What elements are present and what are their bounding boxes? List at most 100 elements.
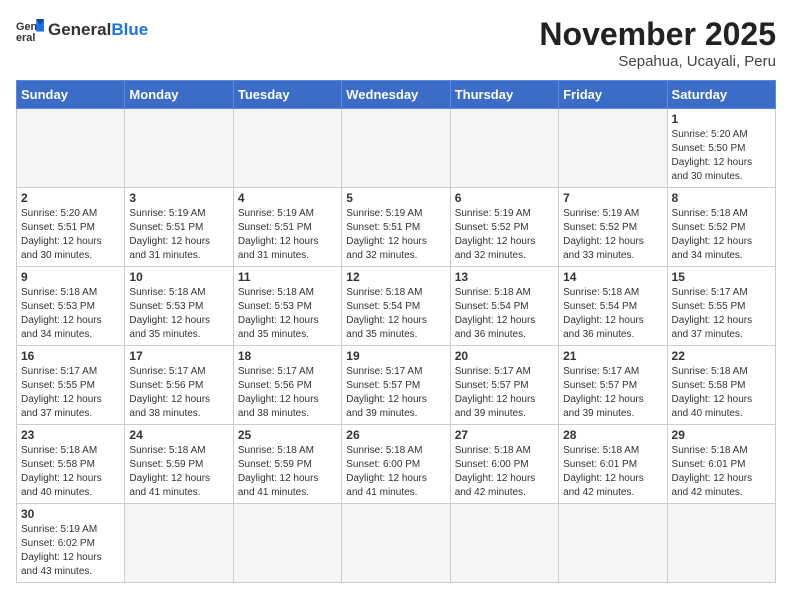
calendar-cell: 20 Sunrise: 5:17 AM Sunset: 5:57 PM Dayli…	[450, 346, 558, 425]
day-number: 2	[21, 191, 120, 205]
calendar-cell: 19Sunrise: 5:17 AM Sunset: 5:57 PM Dayli…	[342, 346, 450, 425]
day-number: 26	[346, 428, 445, 442]
day-number: 21	[563, 349, 662, 363]
day-number: 14	[563, 270, 662, 284]
logo-text: GeneralBlue	[48, 21, 148, 40]
day-number: 19	[346, 349, 445, 363]
calendar-cell: 11Sunrise: 5:18 AM Sunset: 5:53 PM Dayli…	[233, 267, 341, 346]
calendar-cell	[125, 109, 233, 188]
day-info: Sunrise: 5:17 AM Sunset: 5:57 PM Dayligh…	[455, 365, 554, 421]
calendar-cell: 18 Sunrise: 5:17 AM Sunset: 5:56 PM Dayli…	[233, 346, 341, 425]
svg-text:eral: eral	[16, 32, 35, 44]
weekday-header-row: SundayMondayTuesdayWednesdayThursdayFrid…	[17, 81, 776, 109]
calendar-cell: 3Sunrise: 5:19 AM Sunset: 5:51 PM Daylig…	[125, 188, 233, 267]
calendar-cell	[233, 109, 341, 188]
week-row-6: 30Sunrise: 5:19 AM Sunset: 6:02 PM Dayli…	[17, 504, 776, 583]
week-row-2: 2 Sunrise: 5:20 AM Sunset: 5:51 PM Daylig…	[17, 188, 776, 267]
calendar-cell	[559, 504, 667, 583]
day-info: Sunrise: 5:17 AM Sunset: 5:57 PM Dayligh…	[563, 365, 662, 421]
calendar-cell: 5 Sunrise: 5:19 AM Sunset: 5:51 PM Daylig…	[342, 188, 450, 267]
day-number: 12	[346, 270, 445, 284]
day-info: Sunrise: 5:18 AM Sunset: 6:00 PM Dayligh…	[346, 444, 445, 500]
calendar-cell: 26 Sunrise: 5:18 AM Sunset: 6:00 PM Dayli…	[342, 425, 450, 504]
day-info: Sunrise: 5:17 AM Sunset: 5:56 PM Dayligh…	[129, 365, 228, 421]
weekday-header-sunday: Sunday	[17, 81, 125, 109]
weekday-header-friday: Friday	[559, 81, 667, 109]
calendar-cell	[450, 504, 558, 583]
day-info: Sunrise: 5:18 AM Sunset: 6:00 PM Dayligh…	[455, 444, 554, 500]
calendar-cell: 23 Sunrise: 5:18 AM Sunset: 5:58 PM Dayli…	[17, 425, 125, 504]
day-info: Sunrise: 5:19 AM Sunset: 5:51 PM Dayligh…	[346, 207, 445, 263]
day-info: Sunrise: 5:18 AM Sunset: 5:53 PM Dayligh…	[21, 286, 120, 342]
calendar-cell	[233, 504, 341, 583]
weekday-header-monday: Monday	[125, 81, 233, 109]
calendar-cell: 16 Sunrise: 5:17 AM Sunset: 5:55 PM Dayli…	[17, 346, 125, 425]
day-info: Sunrise: 5:18 AM Sunset: 5:54 PM Dayligh…	[563, 286, 662, 342]
calendar-cell: 28 Sunrise: 5:18 AM Sunset: 6:01 PM Dayli…	[559, 425, 667, 504]
week-row-5: 23 Sunrise: 5:18 AM Sunset: 5:58 PM Dayli…	[17, 425, 776, 504]
calendar-cell: 14 Sunrise: 5:18 AM Sunset: 5:54 PM Dayli…	[559, 267, 667, 346]
day-info: Sunrise: 5:19 AM Sunset: 5:52 PM Dayligh…	[455, 207, 554, 263]
calendar-cell: 10 Sunrise: 5:18 AM Sunset: 5:53 PM Dayli…	[125, 267, 233, 346]
calendar-cell: 7Sunrise: 5:19 AM Sunset: 5:52 PM Daylig…	[559, 188, 667, 267]
weekday-header-wednesday: Wednesday	[342, 81, 450, 109]
day-info: Sunrise: 5:20 AM Sunset: 5:50 PM Dayligh…	[672, 128, 771, 184]
week-row-1: 1 Sunrise: 5:20 AM Sunset: 5:50 PM Daylig…	[17, 109, 776, 188]
day-info: Sunrise: 5:19 AM Sunset: 5:51 PM Dayligh…	[238, 207, 337, 263]
calendar-cell: 17 Sunrise: 5:17 AM Sunset: 5:56 PM Dayli…	[125, 346, 233, 425]
calendar-cell: 1 Sunrise: 5:20 AM Sunset: 5:50 PM Daylig…	[667, 109, 775, 188]
calendar-cell	[559, 109, 667, 188]
calendar-cell: 6Sunrise: 5:19 AM Sunset: 5:52 PM Daylig…	[450, 188, 558, 267]
day-info: Sunrise: 5:18 AM Sunset: 5:59 PM Dayligh…	[238, 444, 337, 500]
calendar-cell: 13Sunrise: 5:18 AM Sunset: 5:54 PM Dayli…	[450, 267, 558, 346]
day-info: Sunrise: 5:17 AM Sunset: 5:55 PM Dayligh…	[21, 365, 120, 421]
day-number: 22	[672, 349, 771, 363]
day-info: Sunrise: 5:18 AM Sunset: 5:53 PM Dayligh…	[129, 286, 228, 342]
calendar-cell	[125, 504, 233, 583]
logo-icon: Gen eral	[16, 16, 44, 44]
week-row-3: 9 Sunrise: 5:18 AM Sunset: 5:53 PM Daylig…	[17, 267, 776, 346]
month-title: November 2025	[539, 16, 776, 53]
calendar-cell: 22Sunrise: 5:18 AM Sunset: 5:58 PM Dayli…	[667, 346, 775, 425]
day-info: Sunrise: 5:18 AM Sunset: 6:01 PM Dayligh…	[563, 444, 662, 500]
day-info: Sunrise: 5:18 AM Sunset: 5:54 PM Dayligh…	[346, 286, 445, 342]
day-info: Sunrise: 5:20 AM Sunset: 5:51 PM Dayligh…	[21, 207, 120, 263]
calendar-cell: 9 Sunrise: 5:18 AM Sunset: 5:53 PM Daylig…	[17, 267, 125, 346]
day-number: 10	[129, 270, 228, 284]
day-info: Sunrise: 5:18 AM Sunset: 5:54 PM Dayligh…	[455, 286, 554, 342]
day-info: Sunrise: 5:18 AM Sunset: 5:52 PM Dayligh…	[672, 207, 771, 263]
day-number: 16	[21, 349, 120, 363]
calendar-cell	[17, 109, 125, 188]
day-info: Sunrise: 5:17 AM Sunset: 5:55 PM Dayligh…	[672, 286, 771, 342]
day-number: 27	[455, 428, 554, 442]
day-number: 15	[672, 270, 771, 284]
day-info: Sunrise: 5:19 AM Sunset: 5:51 PM Dayligh…	[129, 207, 228, 263]
week-row-4: 16 Sunrise: 5:17 AM Sunset: 5:55 PM Dayli…	[17, 346, 776, 425]
day-info: Sunrise: 5:19 AM Sunset: 5:52 PM Dayligh…	[563, 207, 662, 263]
day-number: 9	[21, 270, 120, 284]
logo: Gen eral GeneralBlue	[16, 16, 148, 44]
day-number: 29	[672, 428, 771, 442]
day-info: Sunrise: 5:17 AM Sunset: 5:56 PM Dayligh…	[238, 365, 337, 421]
day-number: 17	[129, 349, 228, 363]
weekday-header-thursday: Thursday	[450, 81, 558, 109]
day-number: 8	[672, 191, 771, 205]
calendar-cell: 2 Sunrise: 5:20 AM Sunset: 5:51 PM Daylig…	[17, 188, 125, 267]
day-number: 20	[455, 349, 554, 363]
calendar-cell	[450, 109, 558, 188]
day-number: 18	[238, 349, 337, 363]
day-number: 28	[563, 428, 662, 442]
day-number: 11	[238, 270, 337, 284]
day-number: 23	[21, 428, 120, 442]
calendar-cell: 30Sunrise: 5:19 AM Sunset: 6:02 PM Dayli…	[17, 504, 125, 583]
calendar-cell: 8 Sunrise: 5:18 AM Sunset: 5:52 PM Daylig…	[667, 188, 775, 267]
calendar-cell: 25Sunrise: 5:18 AM Sunset: 5:59 PM Dayli…	[233, 425, 341, 504]
calendar-cell: 15 Sunrise: 5:17 AM Sunset: 5:55 PM Dayli…	[667, 267, 775, 346]
calendar-cell: 21 Sunrise: 5:17 AM Sunset: 5:57 PM Dayli…	[559, 346, 667, 425]
day-number: 1	[672, 112, 771, 126]
day-number: 5	[346, 191, 445, 205]
day-info: Sunrise: 5:18 AM Sunset: 6:01 PM Dayligh…	[672, 444, 771, 500]
day-info: Sunrise: 5:18 AM Sunset: 5:58 PM Dayligh…	[21, 444, 120, 500]
day-info: Sunrise: 5:19 AM Sunset: 6:02 PM Dayligh…	[21, 523, 120, 579]
page-header: Gen eral GeneralBlue November 2025 Sepah…	[16, 16, 776, 70]
